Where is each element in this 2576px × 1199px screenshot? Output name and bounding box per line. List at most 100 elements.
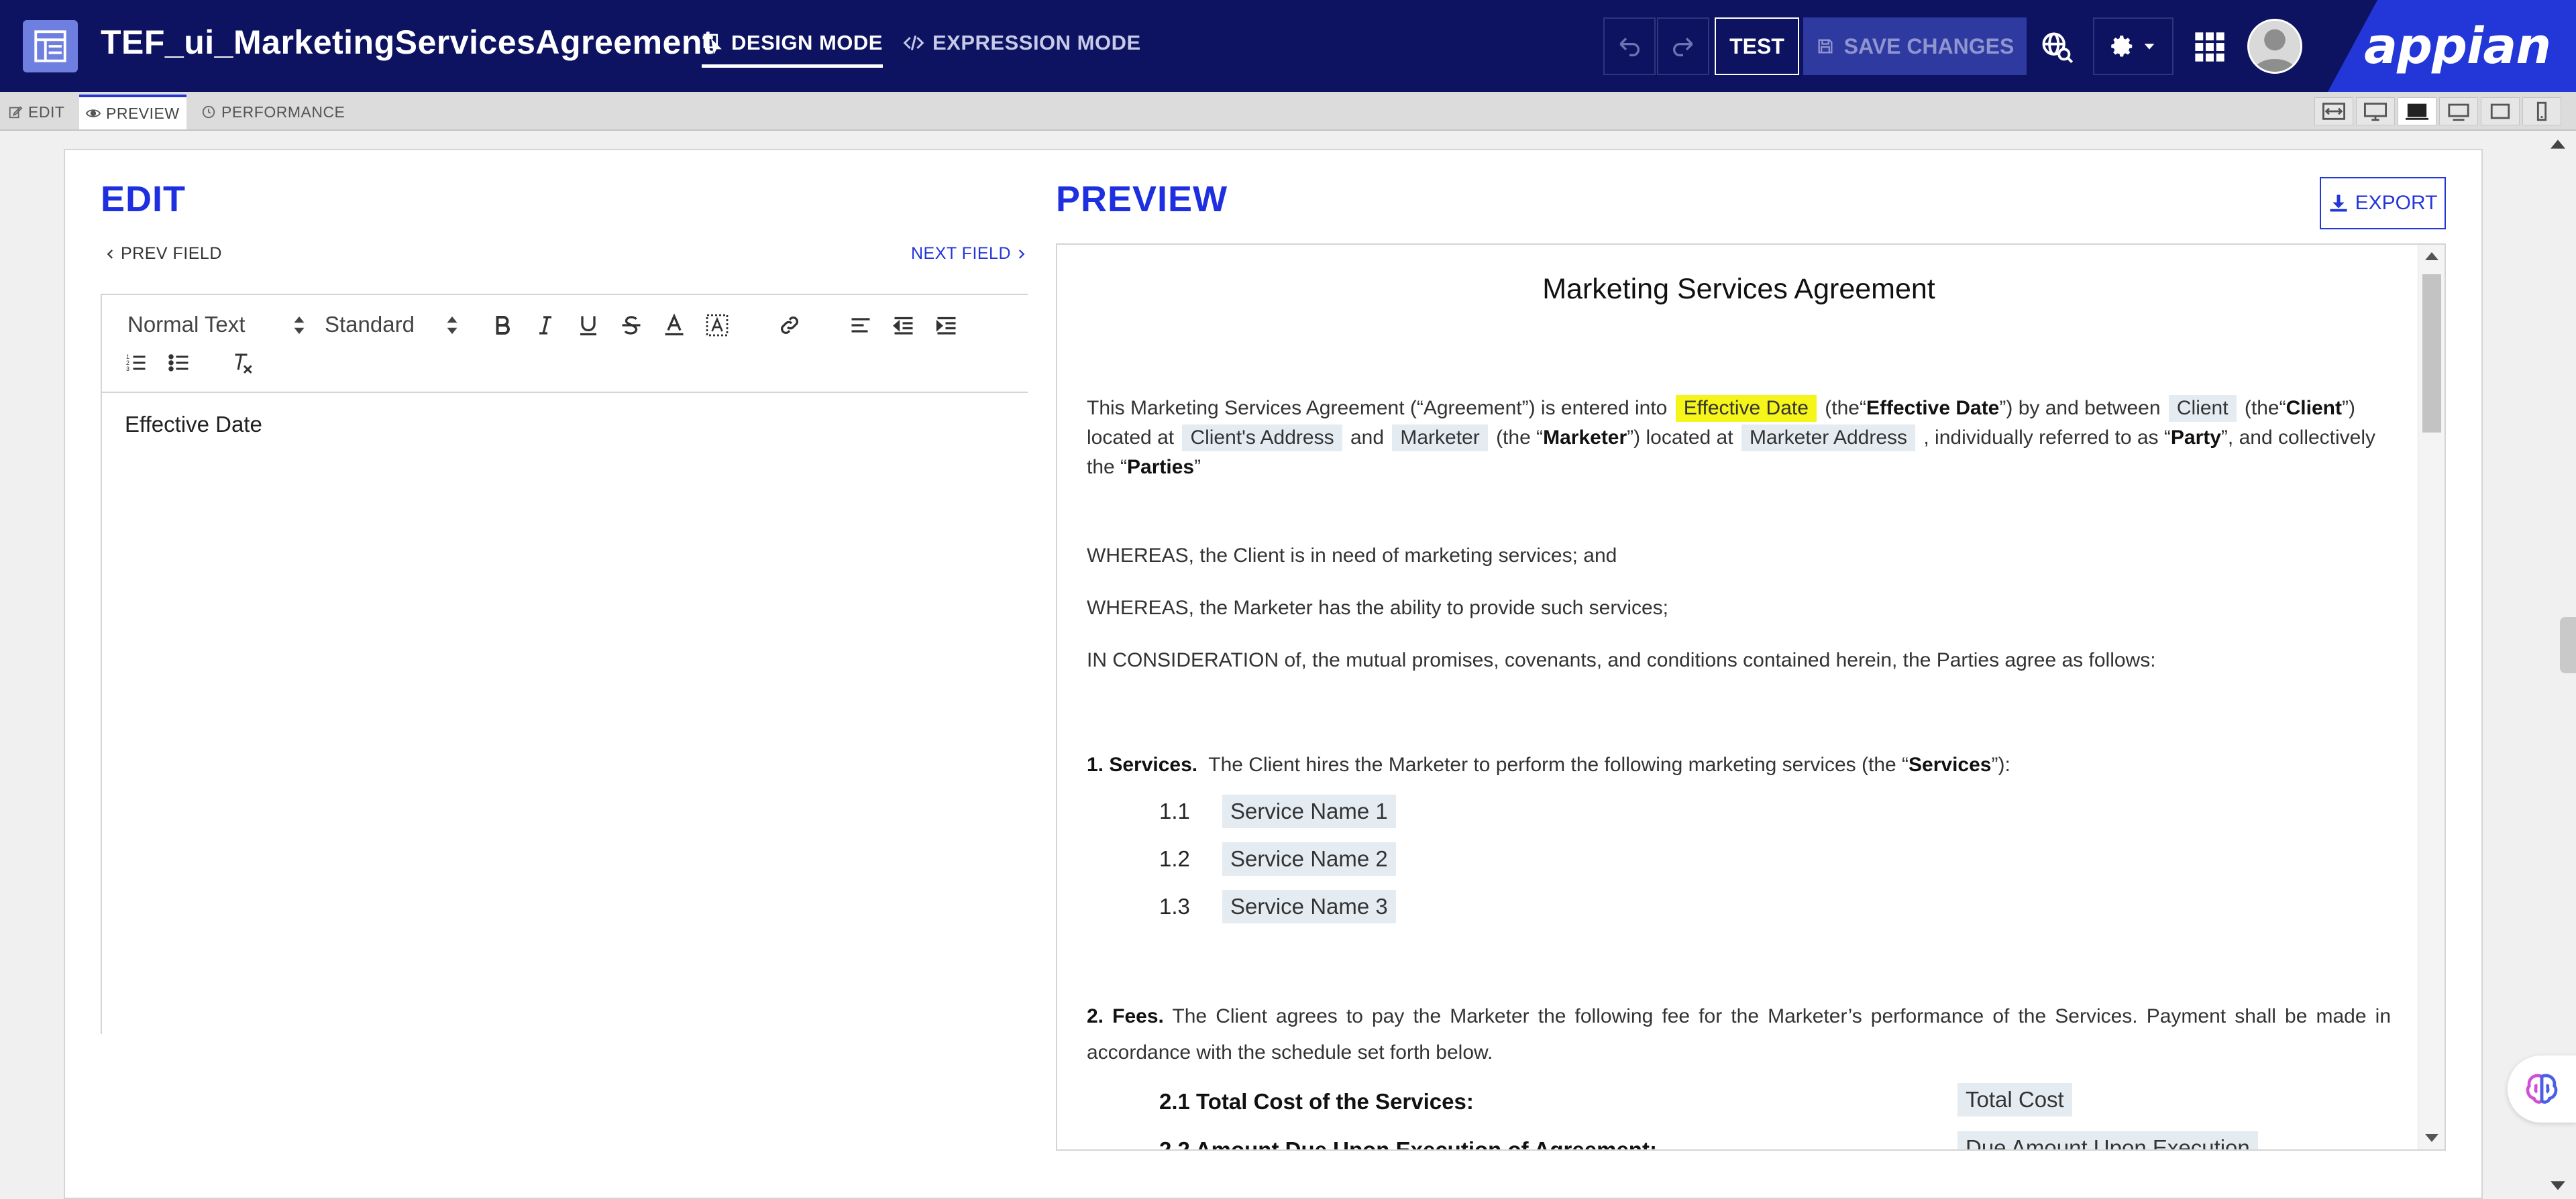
outdent-button[interactable] — [887, 308, 920, 342]
device-preview-toggles — [2314, 97, 2561, 125]
indent-button[interactable] — [930, 308, 963, 342]
intro-text: ”) located at — [1627, 426, 1733, 449]
export-button[interactable]: EXPORT — [2320, 177, 2446, 229]
fit-width-icon — [2322, 103, 2345, 120]
design-mode-label: DESIGN MODE — [731, 31, 883, 54]
monitor-icon — [2364, 103, 2387, 121]
align-left-button[interactable] — [844, 308, 877, 342]
total-cost-field[interactable]: Total Cost — [1957, 1083, 2072, 1117]
service-item: 1.1 Service Name 1 — [1159, 795, 1399, 828]
top-bar: TEF_ui_MarketingServicesAgreement DESIGN… — [0, 0, 2576, 92]
service-name-field[interactable]: Service Name 3 — [1222, 890, 1396, 923]
prev-field-link[interactable]: PREV FIELD — [105, 244, 222, 264]
service-name-field[interactable]: Service Name 1 — [1222, 795, 1396, 828]
settings-menu-button[interactable] — [2093, 17, 2174, 75]
save-changes-label: SAVE CHANGES — [1843, 34, 2015, 58]
tab-performance[interactable]: PERFORMANCE — [195, 96, 352, 128]
underline-button[interactable] — [572, 308, 605, 342]
ai-assistant-button[interactable] — [2508, 1055, 2576, 1123]
interface-object-icon — [23, 20, 78, 72]
services-paragraph: 1. Services. The Client hires the Market… — [1087, 750, 2391, 780]
outdent-icon — [892, 317, 913, 335]
bold-button[interactable] — [486, 308, 519, 342]
italic-button[interactable] — [529, 308, 562, 342]
undo-button[interactable] — [1603, 17, 1656, 75]
tablet-landscape-button[interactable] — [2439, 97, 2478, 125]
view-toolbar: EDIT PREVIEW PERFORMANCE — [0, 92, 2576, 131]
edit-heading: EDIT — [101, 179, 186, 219]
clear-format-button[interactable] — [225, 346, 259, 380]
numbered-list-button[interactable]: 123 — [119, 346, 153, 380]
eye-icon — [86, 109, 101, 117]
document-scrollbar[interactable] — [2418, 245, 2445, 1149]
font-color-icon — [665, 313, 684, 336]
tab-edit[interactable]: EDIT — [1, 96, 71, 128]
scroll-up-icon[interactable] — [2551, 139, 2565, 150]
apps-navigation-button[interactable] — [2183, 20, 2237, 74]
marketer-field[interactable]: Marketer — [1392, 424, 1488, 451]
tab-preview[interactable]: PREVIEW — [79, 95, 186, 129]
tablet-portrait-button[interactable] — [2481, 97, 2520, 125]
service-name-field[interactable]: Service Name 2 — [1222, 842, 1396, 876]
download-icon — [2330, 194, 2347, 212]
intro-text: This Marketing Services Agreement (“Agre… — [1087, 397, 1668, 419]
laptop-button[interactable] — [2398, 97, 2436, 125]
font-size-value: Standard — [325, 312, 415, 337]
strikethrough-button[interactable] — [614, 308, 648, 342]
expression-mode-tab[interactable]: EXPRESSION MODE — [903, 31, 1141, 64]
bulleted-list-button[interactable] — [162, 346, 196, 380]
edit-icon — [9, 106, 23, 119]
side-panel-handle[interactable] — [2560, 617, 2576, 673]
highlight-button[interactable] — [700, 308, 734, 342]
design-mode-icon — [703, 34, 722, 54]
prev-field-label: PREV FIELD — [121, 244, 222, 263]
services-text-end: ”): — [1991, 754, 2010, 776]
client-field[interactable]: Client — [2168, 395, 2237, 422]
scroll-thumb[interactable] — [2422, 274, 2441, 433]
test-button[interactable]: TEST — [1715, 17, 1799, 75]
next-field-link[interactable]: NEXT FIELD — [911, 244, 1027, 264]
indent-icon — [936, 317, 956, 335]
defined-term: Effective Date — [1866, 397, 2000, 419]
save-changes-button[interactable]: SAVE CHANGES — [1803, 17, 2027, 75]
client-address-field[interactable]: Client's Address — [1182, 424, 1342, 451]
font-size-select[interactable]: Standard — [325, 310, 459, 339]
defined-term: Party — [2170, 426, 2221, 449]
highlight-icon — [706, 314, 729, 337]
text-style-value: Normal Text — [127, 312, 246, 337]
fee-label: 2.1 Total Cost of the Services: — [1159, 1089, 1474, 1114]
document-title: Marketing Services Agreement — [1542, 273, 1935, 305]
scroll-up-icon[interactable] — [2425, 251, 2438, 261]
editor-content[interactable]: Effective Date — [125, 412, 262, 437]
due-amount-field[interactable]: Due Amount Upon Execution — [1957, 1131, 2258, 1149]
design-mode-tab[interactable]: DESIGN MODE — [702, 31, 883, 68]
scroll-down-icon[interactable] — [2551, 1180, 2565, 1191]
numbered-list-icon: 123 — [126, 353, 146, 372]
redo-button[interactable] — [1657, 17, 1709, 75]
text-style-select[interactable]: Normal Text — [127, 310, 306, 339]
effective-date-field[interactable]: Effective Date — [1675, 395, 1817, 422]
whereas-clause-2: WHEREAS, the Marketer has the ability to… — [1087, 597, 1669, 619]
tablet-landscape-icon — [2448, 103, 2469, 121]
service-item: 1.3 Service Name 3 — [1159, 890, 1399, 923]
link-button[interactable] — [773, 308, 806, 342]
rich-text-editor[interactable]: Normal Text Standard 1 2 3 Effective Dat… — [101, 294, 1028, 1034]
object-dependencies-button[interactable] — [2030, 20, 2084, 74]
user-avatar[interactable] — [2247, 19, 2302, 74]
gear-icon — [2111, 36, 2133, 57]
font-color-button[interactable] — [657, 308, 691, 342]
expression-mode-label: EXPRESSION MODE — [932, 31, 1141, 54]
monitor-button[interactable] — [2356, 97, 2395, 125]
intro-text: ”) by and between — [1999, 397, 2161, 419]
marketer-address-field[interactable]: Marketer Address — [1741, 424, 1916, 451]
phone-icon — [2536, 101, 2547, 121]
services-heading: 1. Services. — [1087, 754, 1198, 776]
fit-width-button[interactable] — [2314, 97, 2353, 125]
export-label: EXPORT — [2355, 192, 2438, 214]
document-preview: Marketing Services Agreement This Market… — [1056, 243, 2446, 1151]
strikethrough-icon — [622, 316, 641, 335]
phone-button[interactable] — [2522, 97, 2561, 125]
intro-text: (the“ — [2244, 397, 2286, 419]
scroll-down-icon[interactable] — [2425, 1133, 2438, 1143]
italic-icon — [539, 316, 551, 335]
